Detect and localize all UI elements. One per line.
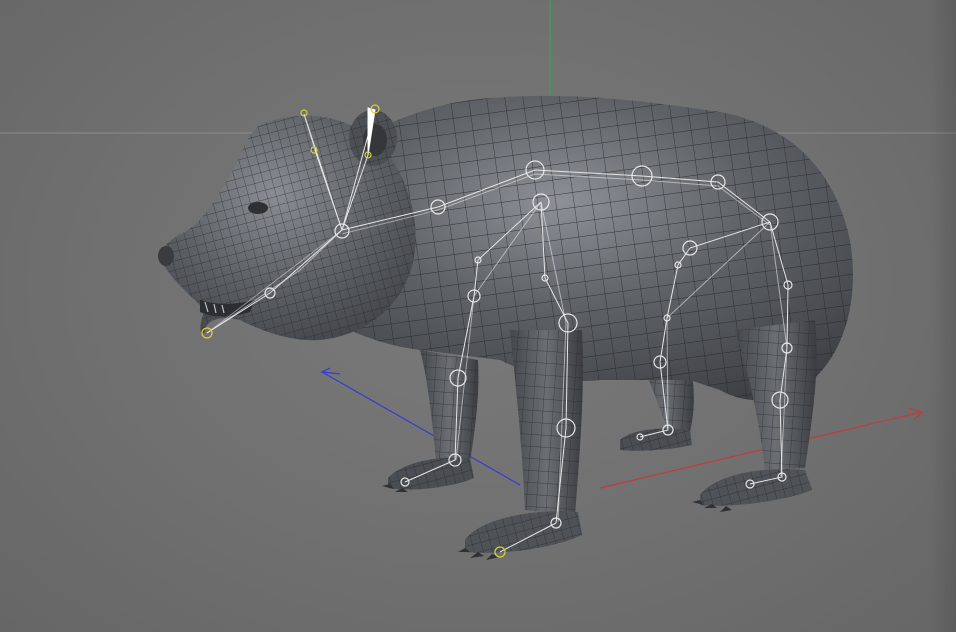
3d-viewport[interactable] — [0, 0, 956, 632]
bear-nose — [158, 246, 174, 266]
scene-canvas[interactable] — [0, 0, 956, 632]
bear-mesh[interactable] — [158, 95, 853, 560]
bear-eye — [248, 202, 268, 214]
viewport-edge-shade — [930, 0, 956, 632]
